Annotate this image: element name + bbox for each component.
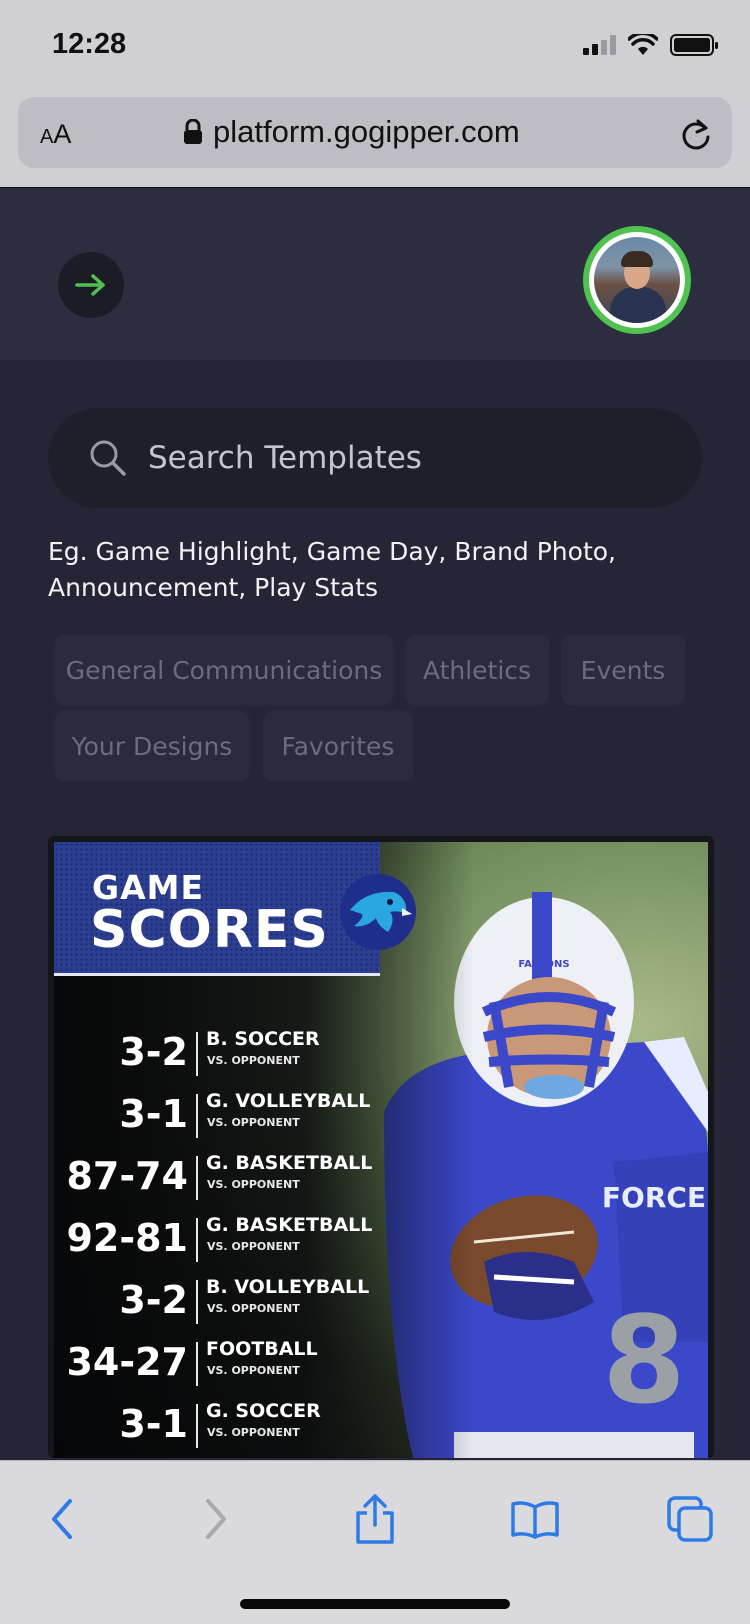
template-preview-image: 8 FORCE FALCONS GAME SCORES 3-2 B. SOCCE… xyxy=(54,842,708,1458)
arrow-right-icon xyxy=(75,274,105,296)
lock-icon xyxy=(184,119,202,144)
score-value: 3-1 xyxy=(119,1092,188,1136)
score-sport: B. VOLLEYBALL xyxy=(206,1276,370,1298)
category-chip-your-designs[interactable]: Your Designs xyxy=(54,710,250,782)
reload-icon xyxy=(682,119,710,150)
score-row: 3-1 G. SOCCER VS. OPPONENT xyxy=(54,1396,414,1458)
wifi-icon xyxy=(628,34,658,55)
category-chip-athletics[interactable]: Athletics xyxy=(405,634,549,706)
tabs-button[interactable] xyxy=(660,1489,720,1549)
game-scores-title-box: GAME SCORES xyxy=(54,842,416,976)
home-indicator xyxy=(240,1599,510,1609)
scores-list: 3-2 B. SOCCER VS. OPPONENT 3-1 G. VOLLEY… xyxy=(54,1024,414,1458)
share-button[interactable] xyxy=(345,1489,405,1549)
score-value: 87-74 xyxy=(66,1154,188,1198)
score-value: 3-1 xyxy=(119,1402,188,1446)
helmet-text: FALCONS xyxy=(518,959,569,970)
text-size-small-label: A xyxy=(40,126,54,148)
share-icon xyxy=(356,1494,394,1544)
cellular-signal-icon xyxy=(583,35,616,55)
score-divider xyxy=(196,1032,198,1076)
score-divider xyxy=(196,1156,198,1200)
score-opponent: VS. OPPONENT xyxy=(207,1426,300,1439)
user-avatar[interactable] xyxy=(583,226,691,334)
category-chip-general-communications[interactable]: General Communications xyxy=(54,634,394,706)
score-opponent: VS. OPPONENT xyxy=(207,1364,300,1377)
score-sport: G. BASKETBALL xyxy=(206,1214,373,1236)
search-hint: Eg. Game Highlight, Game Day, Brand Phot… xyxy=(48,537,616,602)
score-sport: G. BASKETBALL xyxy=(206,1152,373,1174)
address-bar[interactable]: AA platform.gogipper.com xyxy=(18,97,732,168)
reload-button[interactable] xyxy=(680,117,712,156)
search-input[interactable] xyxy=(148,433,668,483)
text-size-button[interactable]: AA xyxy=(40,119,71,150)
tabs-icon xyxy=(667,1496,713,1542)
expand-menu-button[interactable] xyxy=(58,252,124,318)
score-value: 3-2 xyxy=(119,1030,188,1074)
bookmarks-button[interactable] xyxy=(505,1489,565,1549)
category-chip-favorites[interactable]: Favorites xyxy=(263,710,413,782)
falcon-logo-icon xyxy=(340,874,416,950)
score-sport: B. SOCCER xyxy=(206,1028,320,1050)
score-row: 3-1 G. VOLLEYBALL VS. OPPONENT xyxy=(54,1086,414,1148)
score-sport: G. SOCCER xyxy=(206,1400,321,1422)
score-row: 34-27 FOOTBALL VS. OPPONENT xyxy=(54,1334,414,1396)
battery-icon xyxy=(670,34,718,56)
score-value: 3-2 xyxy=(119,1278,188,1322)
status-bar: 12:28 xyxy=(0,0,750,92)
browser-address-area: AA platform.gogipper.com xyxy=(0,92,750,188)
score-opponent: VS. OPPONENT xyxy=(207,1054,300,1067)
forward-button[interactable] xyxy=(186,1489,246,1549)
book-icon xyxy=(511,1501,559,1539)
chevron-left-icon xyxy=(52,1499,72,1539)
score-opponent: VS. OPPONENT xyxy=(207,1116,300,1129)
score-divider xyxy=(196,1280,198,1324)
score-value: 34-27 xyxy=(66,1340,188,1384)
score-row: 3-2 B. VOLLEYBALL VS. OPPONENT xyxy=(54,1272,414,1334)
score-value: 92-81 xyxy=(66,1216,188,1260)
back-button[interactable] xyxy=(32,1489,92,1549)
url-text: platform.gogipper.com xyxy=(213,114,520,149)
score-row: 87-74 G. BASKETBALL VS. OPPONENT xyxy=(54,1148,414,1210)
text-size-big-label: A xyxy=(53,119,72,149)
search-bar xyxy=(48,408,702,508)
score-opponent: VS. OPPONENT xyxy=(207,1302,300,1315)
score-opponent: VS. OPPONENT xyxy=(207,1178,300,1191)
score-divider xyxy=(196,1094,198,1138)
browser-toolbar xyxy=(0,1460,750,1624)
score-divider xyxy=(196,1404,198,1448)
chevron-right-icon xyxy=(206,1499,226,1539)
score-opponent: VS. OPPONENT xyxy=(207,1240,300,1253)
jersey-text: FORCE xyxy=(602,1181,706,1214)
score-divider xyxy=(196,1342,198,1386)
template-card[interactable]: 8 FORCE FALCONS GAME SCORES 3-2 B. SOCCE… xyxy=(48,836,714,1458)
score-divider xyxy=(196,1218,198,1262)
status-icons xyxy=(583,33,720,57)
search-icon xyxy=(90,440,126,476)
avatar-photo xyxy=(594,237,680,323)
title-scores: SCORES xyxy=(90,900,329,960)
score-sport: FOOTBALL xyxy=(206,1338,318,1360)
jersey-number: 8 xyxy=(602,1292,686,1431)
status-time: 12:28 xyxy=(52,28,127,60)
score-row: 3-2 B. SOCCER VS. OPPONENT xyxy=(54,1024,414,1086)
score-sport: G. VOLLEYBALL xyxy=(206,1090,371,1112)
app-header xyxy=(0,188,750,360)
category-chip-events[interactable]: Events xyxy=(561,634,685,706)
url-display[interactable]: platform.gogipper.com xyxy=(183,114,520,150)
score-row: 92-81 G. BASKETBALL VS. OPPONENT xyxy=(54,1210,414,1272)
